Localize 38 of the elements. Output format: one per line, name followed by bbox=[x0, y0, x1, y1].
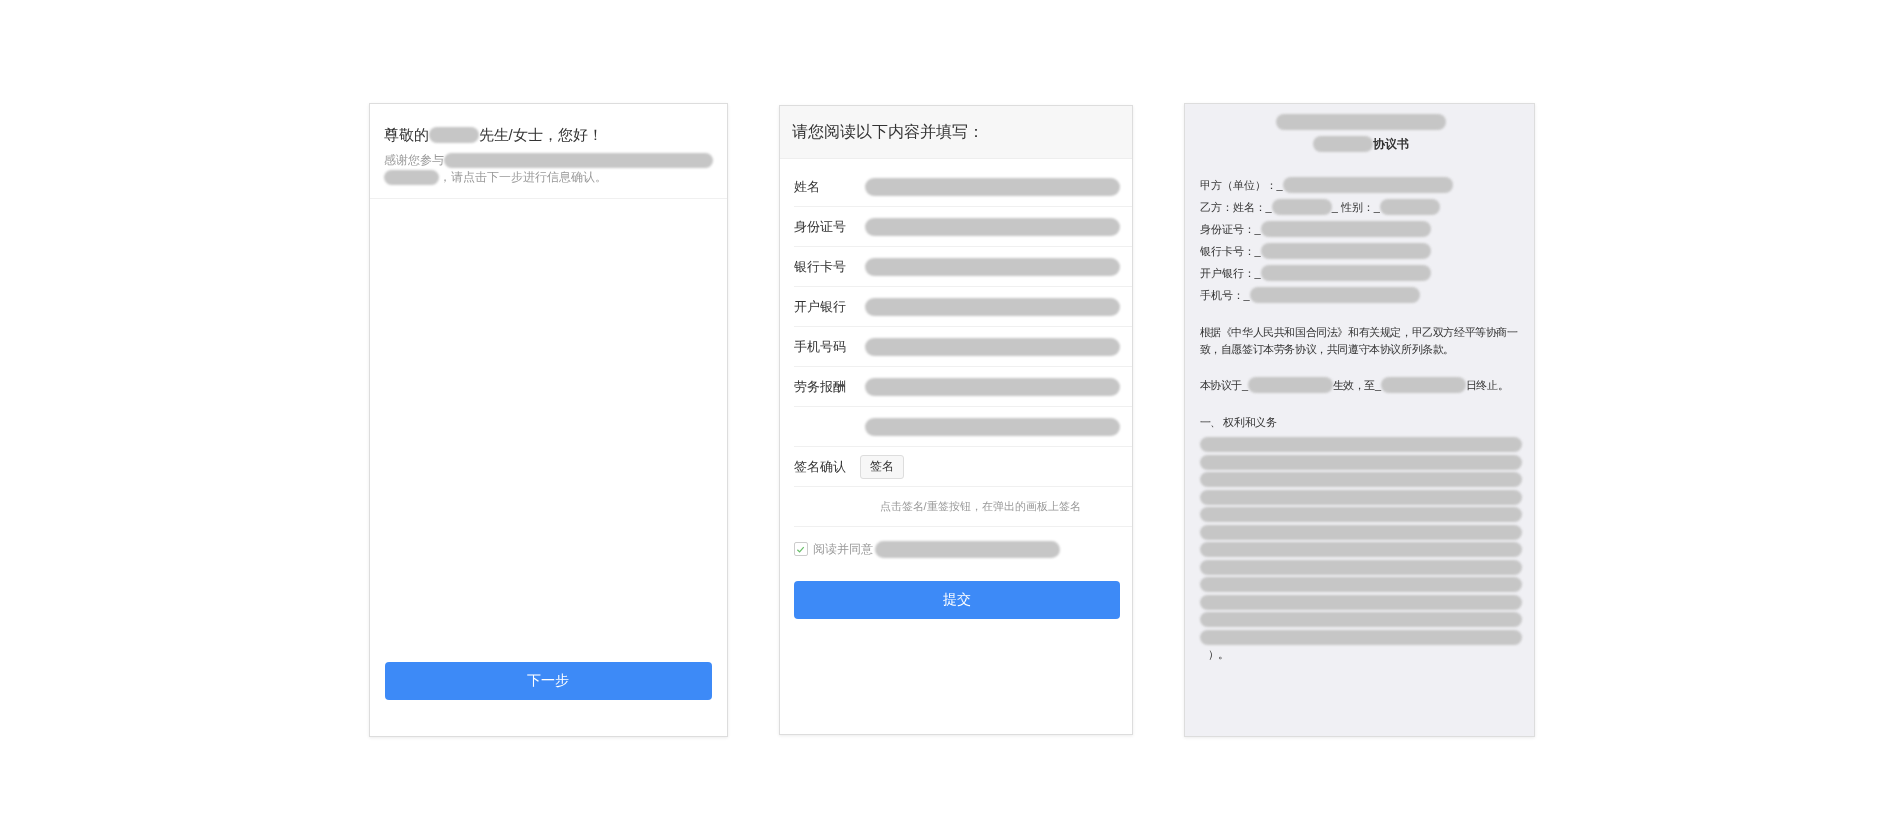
preamble-paragraph: 根据《中华人民共和国合同法》和有关规定，甲乙双方经平等协商一致，自愿签订本劳务协议，共同遵守本协议所列条款。 bbox=[1199, 325, 1519, 357]
text-label: 生效，至_ bbox=[1332, 377, 1381, 393]
redaction-bar bbox=[428, 127, 479, 143]
closing-text: ）。 bbox=[1207, 647, 1230, 662]
text-label: 先生/女士，您好！ bbox=[478, 125, 603, 145]
submit-button[interactable]: 提交 bbox=[793, 581, 1120, 619]
text-label: 感谢您参与 bbox=[383, 153, 444, 168]
next-button[interactable]: 下一步 bbox=[384, 662, 712, 700]
section-heading: 一、 权利和义务 bbox=[1199, 415, 1278, 430]
text-label: 银行卡号：_ bbox=[1199, 243, 1261, 259]
redaction-bar bbox=[1312, 136, 1373, 152]
signature-hint: 点击签名/重签按钮，在弹出的画板上签名 bbox=[879, 499, 1081, 514]
redaction-bar bbox=[1271, 199, 1332, 215]
field-label: 劳务报酬 bbox=[793, 377, 847, 396]
text-label: ，请点击下一步进行信息确认。 bbox=[438, 170, 607, 185]
field-label: 开户银行 bbox=[793, 297, 847, 316]
field-label: 身份证号 bbox=[793, 217, 847, 236]
text-label: 协议书 bbox=[1372, 136, 1409, 152]
text-label: 开户银行：_ bbox=[1199, 265, 1261, 281]
field-label: 手机号码 bbox=[793, 337, 847, 356]
text-label: 乙方：姓名：_ bbox=[1199, 199, 1272, 215]
form-title: 请您阅读以下内容并填写： bbox=[791, 121, 984, 142]
text-label: 甲方（单位）：_ bbox=[1199, 177, 1283, 193]
agree-label: 阅读并同意 bbox=[812, 540, 873, 558]
redaction-bar bbox=[1379, 199, 1440, 215]
field-label: 银行卡号 bbox=[793, 257, 847, 276]
sign-button[interactable]: 签名 bbox=[859, 454, 904, 479]
text-label: 手机号：_ bbox=[1199, 287, 1250, 303]
text-label: _ 性别：_ bbox=[1331, 199, 1380, 215]
text-label: 尊敬的 bbox=[383, 125, 429, 145]
field-label: 姓名 bbox=[793, 177, 821, 196]
redaction-bar bbox=[383, 170, 439, 185]
field-label: 签名确认 bbox=[793, 457, 847, 476]
text-label: 本协议于_ bbox=[1199, 377, 1248, 393]
text-label: 日终止。 bbox=[1465, 377, 1509, 393]
check-icon bbox=[796, 544, 805, 554]
text-label: 身份证号：_ bbox=[1199, 221, 1261, 237]
agree-checkbox[interactable] bbox=[793, 542, 808, 556]
